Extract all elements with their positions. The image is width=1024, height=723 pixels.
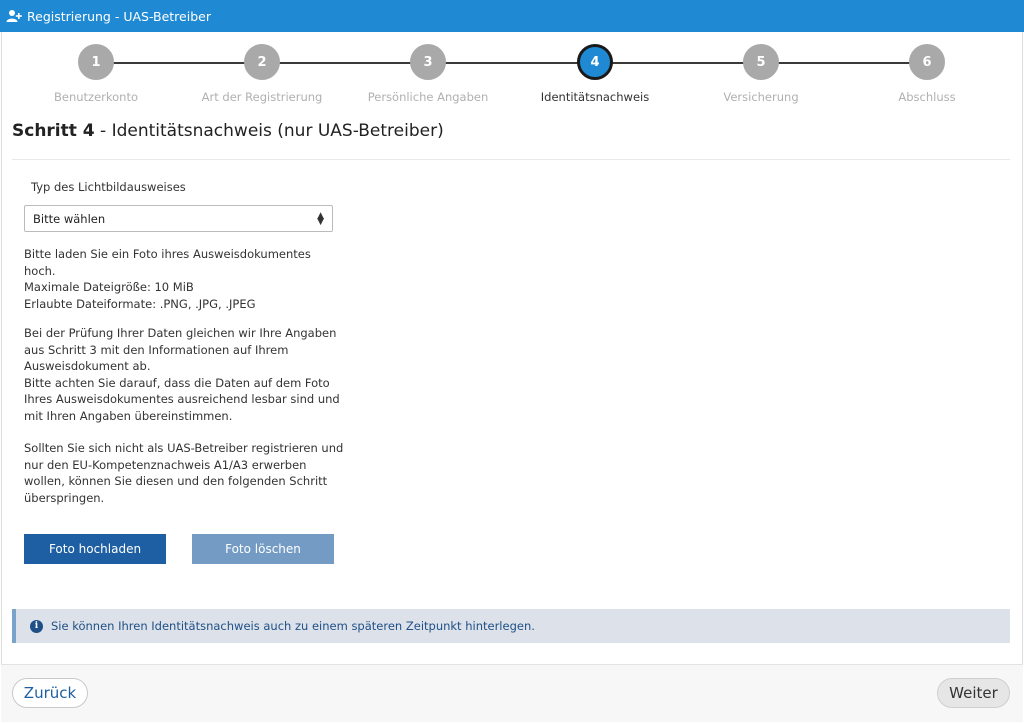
step-6: 6 Abschluss — [852, 44, 1002, 104]
delete-photo-button[interactable]: Foto löschen — [192, 534, 334, 564]
step-label: Persönliche Angaben — [367, 90, 489, 104]
progress-stepper: 1 Benutzerkonto 2 Art der Registrierung … — [0, 32, 1024, 112]
step-3: 3 Persönliche Angaben — [353, 44, 503, 104]
step-label: Art der Registrierung — [201, 90, 323, 104]
step-number: 3 — [410, 44, 446, 80]
info-banner: i Sie können Ihren Identitätsnachweis au… — [12, 609, 1010, 643]
id-type-value: Bitte wählen — [33, 211, 106, 226]
step-number: 2 — [244, 44, 280, 80]
footer-bar — [1, 665, 1023, 722]
info-banner-text: Sie können Ihren Identitätsnachweis auch… — [51, 619, 535, 633]
step-label: Versicherung — [723, 90, 799, 104]
page-title: Schritt 4 - Identitätsnachweis (nur UAS-… — [12, 121, 444, 141]
step-4-active: 4 Identitätsnachweis — [520, 44, 670, 104]
verification-text-1: Bei der Prüfung Ihrer Daten gleichen wir… — [24, 326, 337, 373]
verification-info: Bei der Prüfung Ihrer Daten gleichen wir… — [24, 325, 344, 424]
verification-text-2: Bitte achten Sie darauf, dass die Daten … — [24, 375, 340, 423]
max-size-text: Maximale Dateigröße: 10 MiB — [24, 280, 194, 294]
select-arrows-icon: ▲ ▼ — [317, 210, 324, 227]
step-label: Identitätsnachweis — [540, 90, 650, 104]
back-button[interactable]: Zurück — [12, 678, 88, 708]
formats-text: Erlaubte Dateiformate: .PNG, .JPG, .JPEG — [24, 296, 256, 311]
window-title: Registrierung - UAS-Betreiber — [27, 8, 211, 24]
info-icon: i — [30, 619, 43, 633]
step-number: 5 — [743, 44, 779, 80]
step-1: 1 Benutzerkonto — [21, 44, 171, 104]
window-titlebar: Registrierung - UAS-Betreiber — [0, 0, 1024, 32]
step-5: 5 Versicherung — [686, 44, 836, 104]
step-number: 1 — [78, 44, 114, 80]
upload-photo-button[interactable]: Foto hochladen — [24, 534, 166, 564]
step-2: 2 Art der Registrierung — [187, 44, 337, 104]
upload-intro-text: Bitte laden Sie ein Foto ihres Ausweisdo… — [24, 247, 311, 278]
step-number: 4 — [577, 44, 613, 80]
user-add-icon — [6, 9, 22, 23]
id-type-select[interactable]: Bitte wählen ▲ ▼ — [24, 205, 333, 232]
page-title-text: - Identitätsnachweis (nur UAS-Betreiber) — [94, 121, 444, 141]
step-prefix: Schritt 4 — [12, 121, 95, 141]
id-type-label: Typ des Lichtbildausweises — [31, 180, 186, 194]
skip-info-text: Sollten Sie sich nicht als UAS-Betreiber… — [24, 441, 344, 505]
step-number: 6 — [909, 44, 945, 80]
step-label: Benutzerkonto — [53, 90, 138, 104]
step-label: Abschluss — [898, 90, 956, 104]
file-requirements: Maximale Dateigröße: 10 MiB Erlaubte Dat… — [24, 279, 344, 312]
header-divider — [12, 159, 1010, 160]
next-button[interactable]: Weiter — [937, 678, 1010, 708]
